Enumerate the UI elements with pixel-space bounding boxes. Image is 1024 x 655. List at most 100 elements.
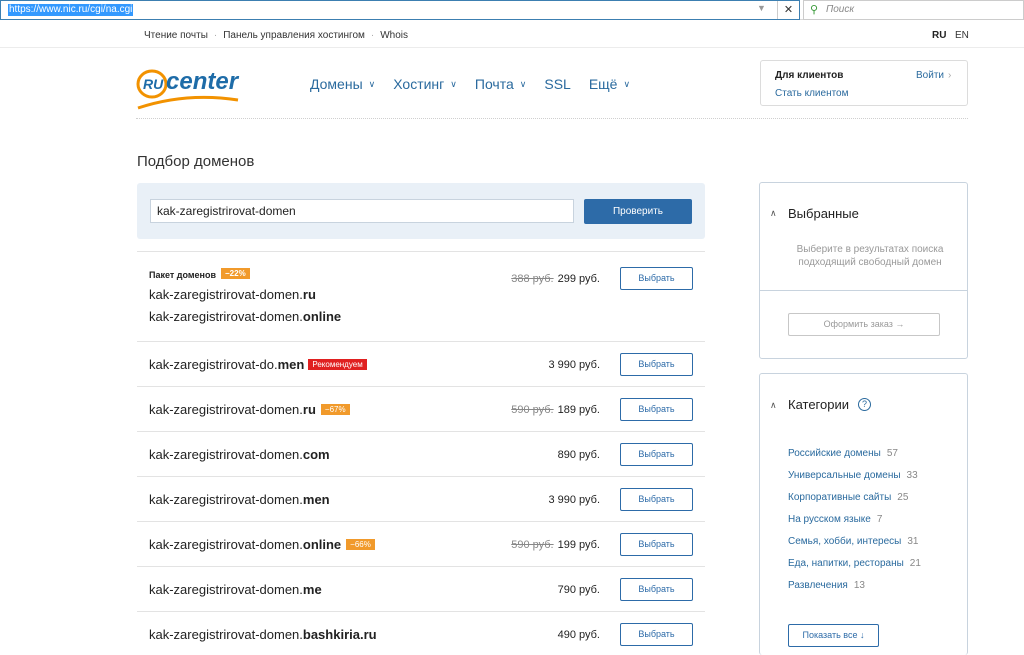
link-whois[interactable]: Whois	[380, 30, 408, 41]
select-button[interactable]: Выбрать	[620, 533, 693, 556]
current-price: 199 руб.	[557, 539, 600, 551]
category-count: 33	[906, 470, 918, 481]
close-icon[interactable]: ✕	[777, 1, 799, 19]
domain-row: kak-zaregistrirovat-domen.men 3 990 руб.…	[137, 476, 705, 521]
discount-badge: −66%	[346, 539, 375, 550]
address-bar[interactable]: https://www.nic.ru/cgi/na.cgi ▼ ✕	[0, 0, 800, 20]
price: 3 990 руб.	[548, 359, 600, 371]
domain-name: kak-zaregistrirovat-domen.online −66%	[149, 537, 375, 552]
domain-row: kak-zaregistrirovat-domen.com 890 руб. В…	[137, 431, 705, 476]
domain-tld: ru	[302, 287, 316, 302]
nav-ssl-label: SSL	[544, 76, 571, 92]
domain-search-input[interactable]	[150, 199, 574, 223]
favorites-hint: Выберите в результатах поиска подходящий…	[796, 244, 944, 268]
select-button[interactable]: Выбрать	[620, 398, 693, 421]
top-links-bar: Чтение почты · Панель управления хостинг…	[0, 24, 1024, 48]
svg-text:RU: RU	[143, 76, 164, 92]
chevron-right-icon: ›	[947, 70, 952, 81]
nav-hosting[interactable]: Хостинг ∨	[393, 76, 457, 92]
select-button[interactable]: Выбрать	[620, 353, 693, 376]
lang-ru[interactable]: RU	[932, 30, 946, 41]
browser-search-input[interactable]: ⚲ Поиск	[803, 0, 1024, 20]
separator-dot: ·	[213, 30, 218, 41]
category-item[interactable]: Универсальные домены 33	[788, 470, 921, 492]
login-link[interactable]: Войти ›	[916, 70, 951, 81]
price: 490 руб.	[557, 629, 600, 641]
category-count: 57	[886, 448, 898, 459]
lang-en[interactable]: EN	[955, 30, 969, 41]
nav-domains-label: Домены	[310, 76, 363, 92]
chevron-up-icon[interactable]: ∧	[770, 208, 777, 219]
check-button[interactable]: Проверить	[584, 199, 692, 224]
chevron-down-icon: ∨	[368, 78, 376, 89]
category-item[interactable]: Еда, напитки, рестораны 21	[788, 558, 921, 580]
category-name: Еда, напитки, рестораны	[788, 558, 904, 569]
select-button[interactable]: Выбрать	[620, 267, 693, 290]
domain-tld: me	[302, 582, 322, 597]
domain-row: kak-zaregistrirovat-domen.me 790 руб. Вы…	[137, 566, 705, 611]
category-name: Семья, хобби, интересы	[788, 536, 902, 547]
dropdown-arrow-icon[interactable]: ▼	[757, 3, 766, 13]
nav-ssl[interactable]: SSL	[544, 76, 570, 92]
old-price: 590 руб.	[511, 539, 554, 551]
category-name: Развлечения	[788, 580, 848, 591]
select-button[interactable]: Выбрать	[620, 578, 693, 601]
login-label: Войти	[916, 70, 944, 81]
domain-base: kak-zaregistrirovat-do.	[149, 357, 278, 372]
domain-name: kak-zaregistrirovat-domen.bashkiria.ru	[149, 627, 377, 642]
nav-more-label: Ещё	[588, 76, 618, 92]
separator-dot: ·	[370, 30, 375, 41]
domain-name: kak-zaregistrirovat-domen.ru −67%	[149, 402, 350, 417]
category-item[interactable]: На русском языке 7	[788, 514, 921, 536]
chevron-up-icon[interactable]: ∧	[770, 400, 777, 411]
price: 590 руб. 189 руб.	[511, 404, 600, 416]
old-price: 388 руб.	[511, 273, 554, 285]
package-domain-2: kak-zaregistrirovat-domen.online	[149, 309, 341, 324]
page-title: Подбор доменов	[137, 153, 255, 170]
show-all-button[interactable]: Показать все ↓	[788, 624, 879, 647]
package-title: Пакет доменов −22%	[149, 268, 250, 280]
ru-center-logo[interactable]: RU center	[136, 64, 244, 114]
old-price: 590 руб.	[511, 404, 554, 416]
link-read-mail[interactable]: Чтение почты	[144, 30, 208, 41]
category-item[interactable]: Семья, хобби, интересы 31	[788, 536, 921, 558]
results-list: Пакет доменов −22% kak-zaregistrirovat-do…	[137, 251, 705, 655]
category-list: Российские домены 57 Универсальные домены…	[788, 448, 921, 602]
category-count: 31	[907, 536, 919, 547]
domain-row: kak-zaregistrirovat-domen.ru −67% 590 руб…	[137, 386, 705, 431]
price: 890 руб.	[557, 449, 600, 461]
domain-base: kak-zaregistrirovat-domen.	[149, 447, 303, 462]
domain-tld: men	[277, 357, 305, 372]
help-icon[interactable]: ?	[858, 398, 871, 411]
url-text[interactable]: https://www.nic.ru/cgi/na.cgi	[8, 4, 134, 16]
browser-toolbar: https://www.nic.ru/cgi/na.cgi ▼ ✕ ⚲ Поис…	[0, 0, 1024, 20]
category-item[interactable]: Корпоративные сайты 25	[788, 492, 921, 514]
package-domain-1: kak-zaregistrirovat-domen.ru	[149, 287, 316, 302]
select-button[interactable]: Выбрать	[620, 443, 693, 466]
select-button[interactable]: Выбрать	[620, 623, 693, 646]
domain-base: kak-zaregistrirovat-domen.	[149, 287, 303, 302]
domain-name: kak-zaregistrirovat-domen.me	[149, 582, 322, 597]
package-title-label: Пакет доменов	[149, 270, 216, 280]
category-count: 7	[876, 514, 883, 525]
divider	[760, 290, 967, 291]
checkout-button[interactable]: Оформить заказ →	[788, 313, 940, 336]
select-button[interactable]: Выбрать	[620, 488, 693, 511]
category-item[interactable]: Развлечения 13	[788, 580, 921, 602]
nav-domains[interactable]: Домены ∨	[310, 76, 375, 92]
nav-mail[interactable]: Почта ∨	[475, 76, 526, 92]
discount-badge: −22%	[221, 268, 250, 279]
domain-row: kak-zaregistrirovat-domen.online −66% 590…	[137, 521, 705, 566]
discount-badge: −67%	[320, 404, 350, 415]
category-name: Российские домены	[788, 448, 881, 459]
price: 790 руб.	[557, 584, 600, 596]
domain-name: kak-zaregistrirovat-do.men Рекомендуем	[149, 357, 367, 372]
link-hosting-panel[interactable]: Панель управления хостингом	[223, 30, 365, 41]
chevron-down-icon: ∨	[450, 78, 457, 89]
domain-base: kak-zaregistrirovat-domen.	[149, 627, 303, 642]
current-price: 189 руб.	[557, 404, 600, 416]
domain-base: kak-zaregistrirovat-domen.	[149, 309, 303, 324]
category-item[interactable]: Российские домены 57	[788, 448, 921, 470]
become-client-link[interactable]: Стать клиентом	[775, 88, 849, 99]
nav-more[interactable]: Ещё ∨	[589, 76, 630, 92]
